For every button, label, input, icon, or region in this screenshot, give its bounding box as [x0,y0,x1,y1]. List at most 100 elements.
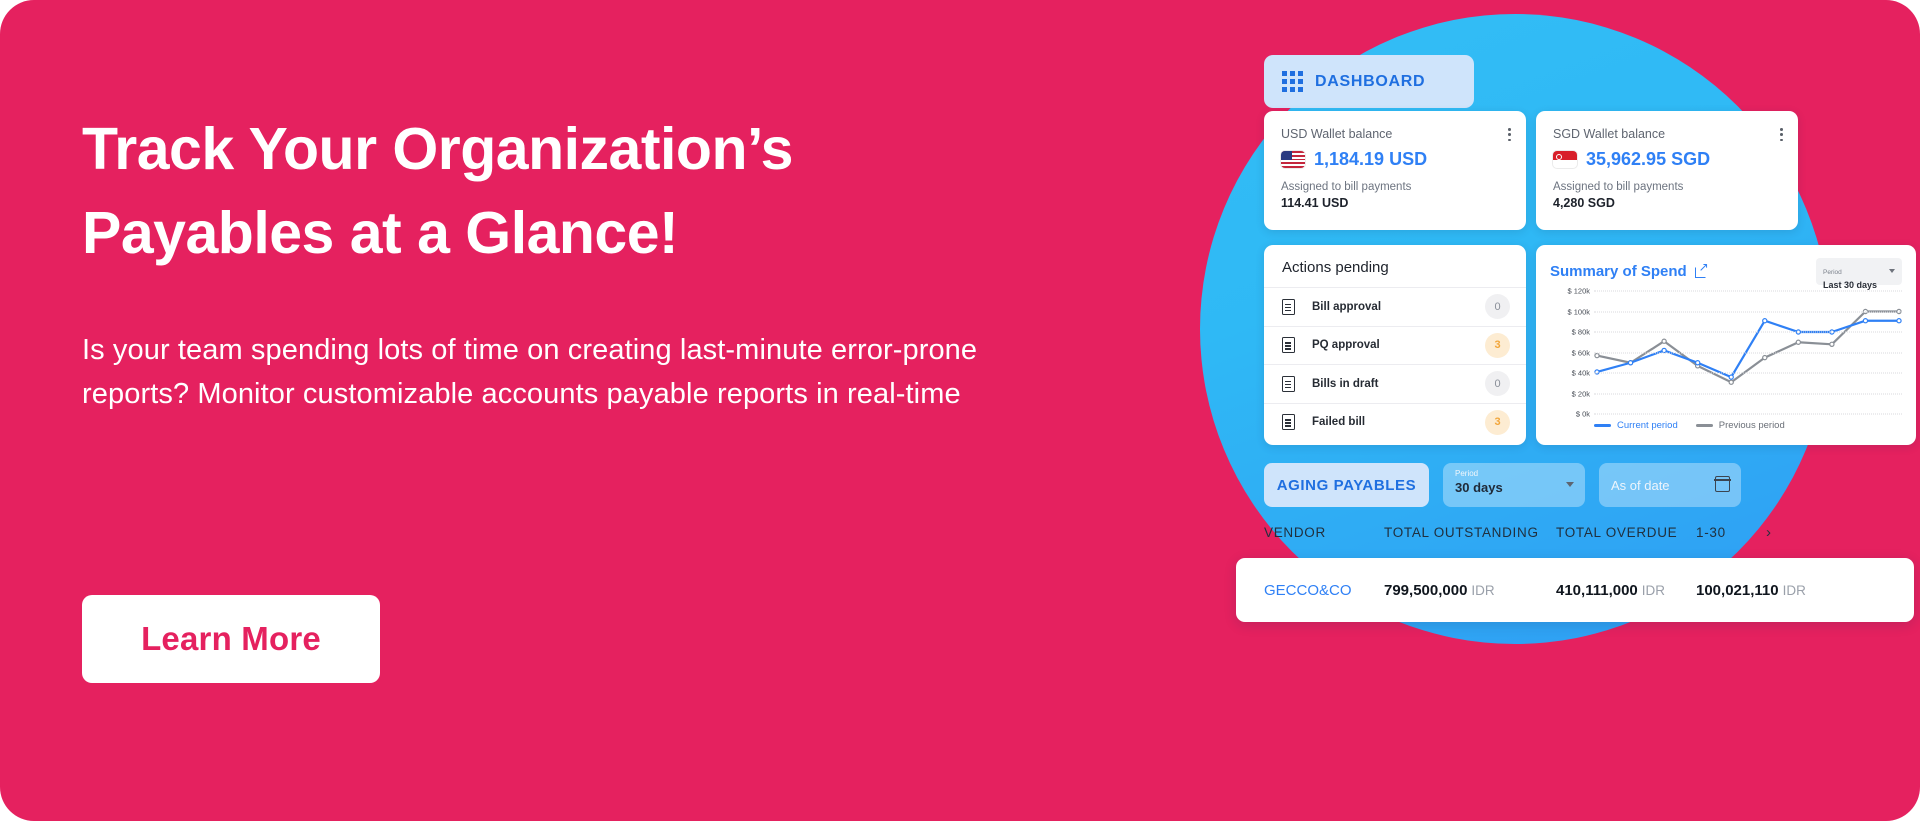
list-item[interactable]: Bill approval 0 [1264,287,1526,326]
chevron-right-icon[interactable]: › [1766,524,1772,541]
cell-currency: IDR [1471,582,1495,598]
list-item[interactable]: PQ approval 3 [1264,325,1526,365]
chart-data-point [1627,360,1634,366]
legend-swatch [1594,424,1611,427]
wallet-sub-label: Assigned to bill payments [1553,181,1684,193]
promo-banner: Track Your Organization’s Payables at a … [0,0,1920,821]
tab-aging-payables[interactable]: AGING PAYABLES [1264,463,1429,507]
y-tick-label: $ 40k [1571,368,1590,378]
legend-label: Current period [1617,420,1678,431]
period-label: Period [1823,269,1842,276]
y-tick-label: $ 0k [1575,409,1590,419]
status-badge: 3 [1485,332,1510,358]
legend-swatch [1695,424,1713,427]
chevron-down-icon [1889,269,1895,273]
wallet-card-usd[interactable]: USD Wallet balance 1,184.19 USD Assigned… [1264,111,1526,230]
period-select-spend[interactable]: Period Last 30 days [1816,258,1902,290]
chart-data-point [1762,318,1768,324]
wallet-amount: 35,962.95 SGD [1586,149,1711,169]
cell-currency: IDR [1782,582,1806,598]
y-tick-label: $ 80k [1571,327,1590,337]
aging-payables-table-header: VENDOR TOTAL OUTSTANDING TOTAL OVERDUE 1… [1264,524,1894,541]
document-icon [1282,337,1295,354]
cell-value: 799,500,000 [1384,581,1468,599]
y-tick-label: $ 100k [1567,307,1590,316]
gridline [1594,311,1902,312]
chart-plot-area [1594,290,1902,415]
document-icon [1282,298,1295,315]
cell-value: 100,021,110 [1696,581,1779,599]
gridline [1594,290,1902,292]
action-label: Failed bill [1312,416,1366,429]
column-header-bucket-1-30: 1-30 [1696,525,1726,540]
column-header-total-overdue: TOTAL OVERDUE [1556,525,1678,540]
table-row[interactable]: GECCO&CO 799,500,000 IDR 410,111,000 IDR 1… [1236,558,1914,622]
chart-data-point [1795,339,1802,345]
page-title: Track Your Organization’s Payables at a … [82,116,794,266]
list-item[interactable]: Failed bill 3 [1264,402,1526,442]
y-tick-label: $ 60k [1571,348,1590,357]
gridline [1594,331,1902,333]
actions-pending-card: Actions pending Bill approval 0 PQ appro… [1264,245,1526,445]
kebab-menu-icon[interactable] [1508,128,1511,142]
wallet-sub-value: 114.41 USD [1281,196,1349,210]
aging-payables-controls: AGING PAYABLES Period 30 days As of date [1264,463,1741,507]
chart-legend: Current period Previous period [1550,420,1902,431]
nav-pill-label: DASHBOARD [1315,72,1426,90]
grid-icon [1282,71,1303,92]
status-badge: 0 [1485,294,1510,320]
period-select-aging[interactable]: Period 30 days [1443,463,1585,507]
cell-vendor: GECCO&CO [1264,581,1352,599]
wallet-title: USD Wallet balance [1281,127,1393,141]
gridline [1594,372,1902,374]
period-value: 30 days [1455,480,1503,495]
chart-data-point [1896,318,1902,324]
actions-pending-title: Actions pending [1282,259,1389,276]
legend-item-current: Current period [1594,420,1678,431]
learn-more-button[interactable]: Learn More [82,595,380,683]
column-header-vendor: VENDOR [1264,525,1326,540]
chart-data-point [1829,341,1835,348]
cell-currency: IDR [1641,582,1666,598]
chart-data-point [1762,354,1768,361]
wallet-card-sgd[interactable]: SGD Wallet balance 35,962.95 SGD Assigne… [1536,111,1798,230]
gridline [1594,413,1902,415]
external-link-icon[interactable] [1694,261,1709,278]
banner-subcopy: Is your team spending lots of time on cr… [82,333,978,410]
chart-data-point [1661,338,1667,344]
gridline [1594,393,1902,394]
as-of-date-input[interactable]: As of date [1599,463,1741,507]
chart-data-point [1694,360,1701,366]
banner-copy: Track Your Organization’s Payables at a … [82,108,1042,416]
wallet-amount: 1,184.19 USD [1314,149,1428,169]
gridline [1594,352,1902,353]
chart-data-point [1728,374,1734,380]
summary-of-spend-card: Summary of Spend Period Last 30 days $ 0… [1536,245,1916,445]
y-tick-label: $ 120k [1567,286,1590,296]
status-badge: 0 [1485,371,1510,397]
cell-value: 410,111,000 [1556,581,1638,599]
wallet-sub-label: Assigned to bill payments [1281,181,1412,193]
document-icon [1282,414,1295,431]
kebab-menu-icon[interactable] [1780,128,1783,142]
chart-data-point [1728,379,1734,385]
action-label: Bills in draft [1312,377,1379,390]
cell-bucket-1-30: 100,021,110 IDR [1696,582,1856,599]
action-label: PQ approval [1312,339,1380,352]
wallet-sub-value: 4,280 SGD [1553,196,1615,210]
cell-total-outstanding: 799,500,000 IDR [1384,582,1556,599]
chart-data-point [1862,318,1869,324]
chevron-down-icon [1566,482,1574,487]
wallet-title: SGD Wallet balance [1553,127,1666,141]
spend-line-chart: $ 0k $ 20k $ 40k $ 60k $ 80k $ 100k $ 120k [1550,287,1902,419]
action-label: Bill approval [1312,300,1382,313]
list-item[interactable]: Bills in draft 0 [1264,364,1526,403]
period-label: Period [1455,469,1479,478]
legend-item-previous: Previous period [1695,420,1785,431]
summary-of-spend-title: Summary of Spend [1550,263,1687,280]
period-value: Last 30 days [1823,280,1878,290]
calendar-icon[interactable] [1714,476,1731,492]
chart-data-point [1594,352,1600,359]
nav-pill-dashboard[interactable]: DASHBOARD [1264,55,1474,108]
legend-label: Previous period [1718,420,1785,431]
